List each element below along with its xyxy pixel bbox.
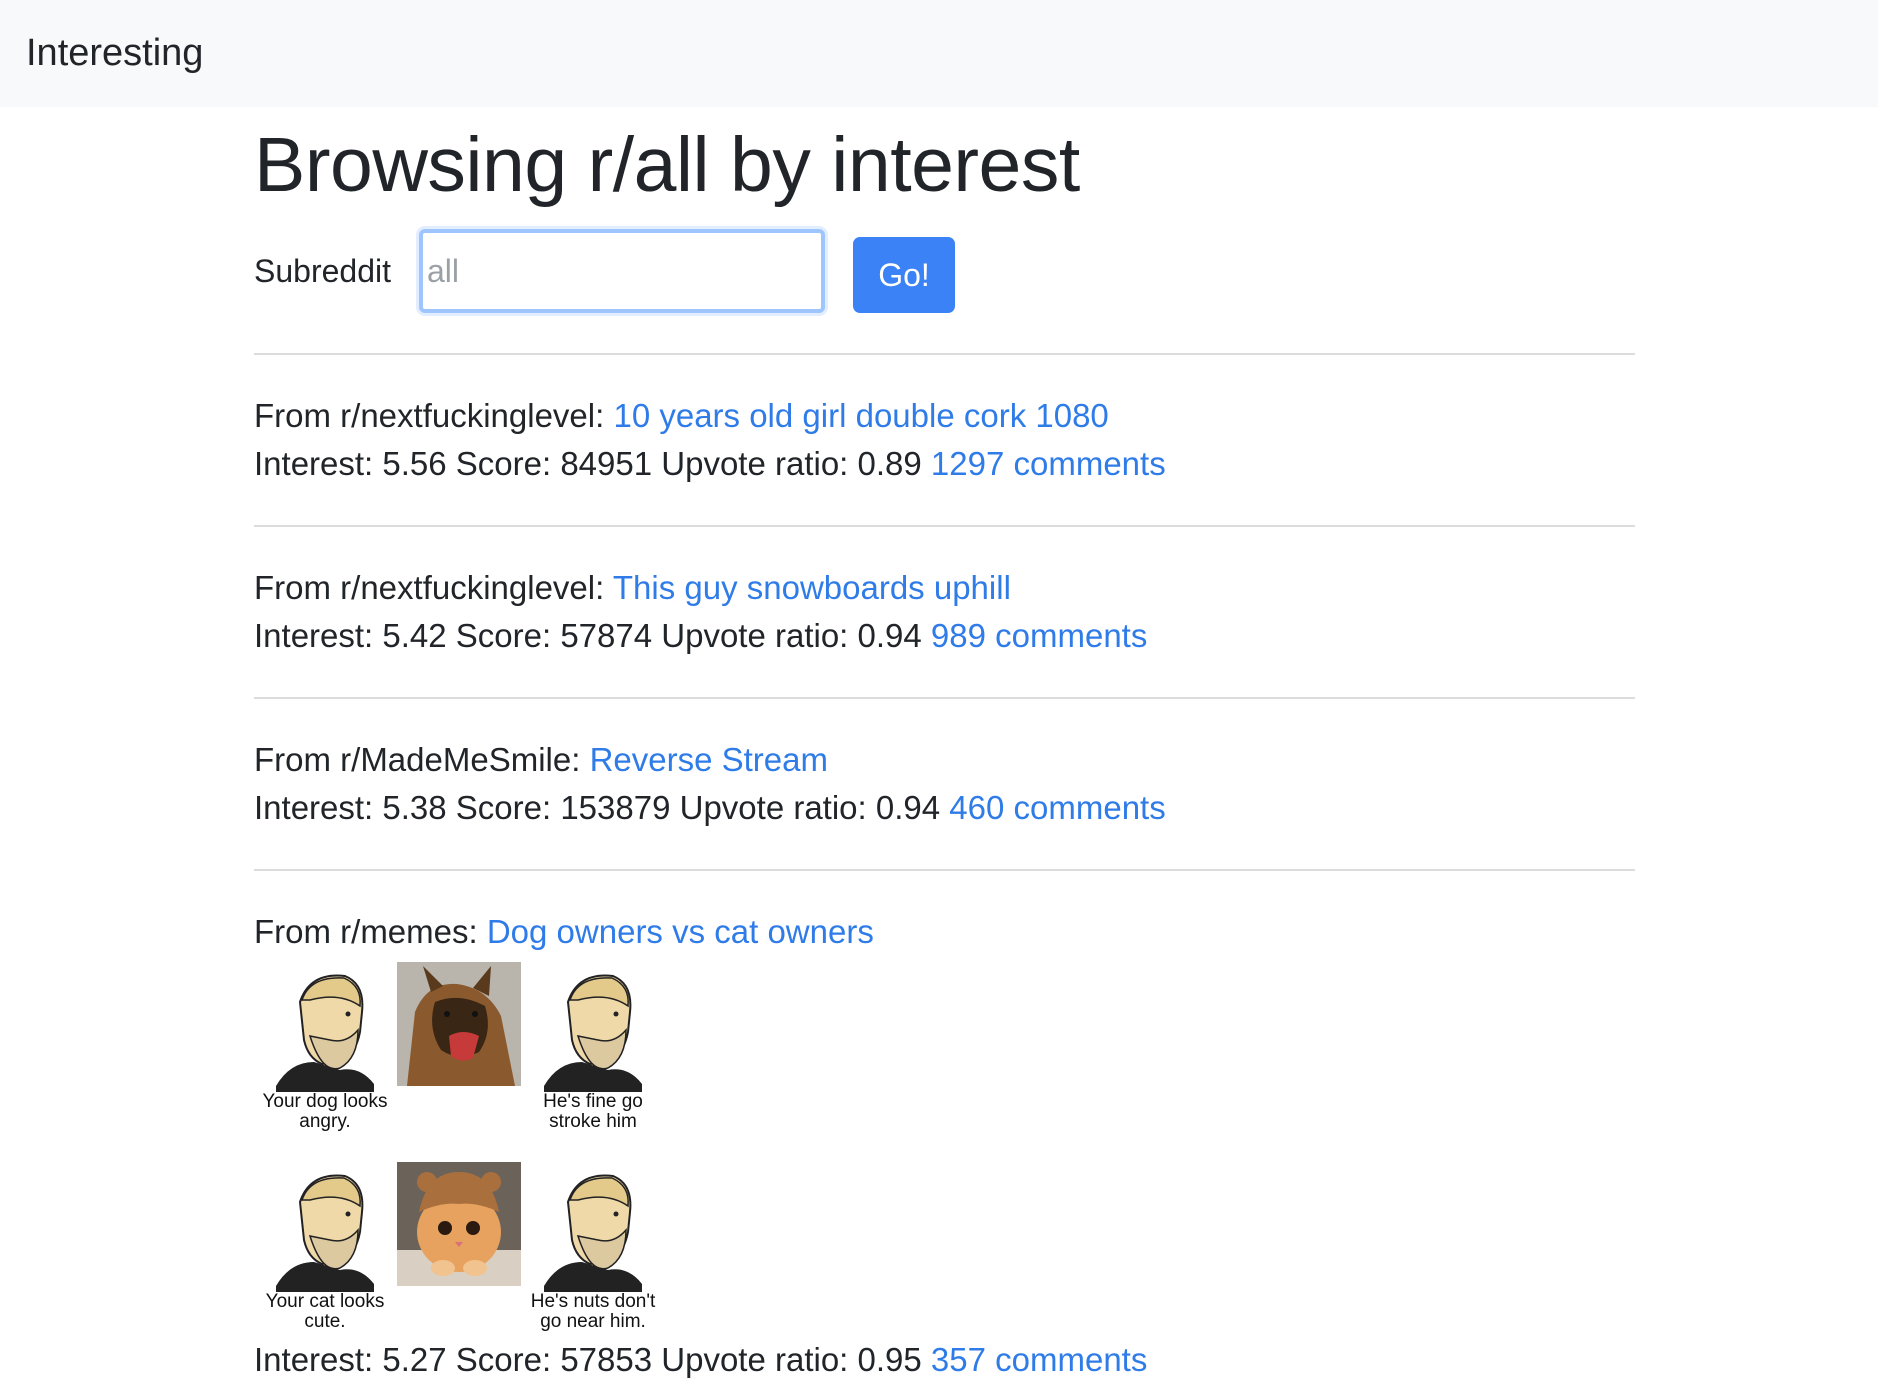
- post-comments-link[interactable]: 357 comments: [931, 1341, 1147, 1378]
- meme-panel: Your cat looks cute.: [258, 1162, 392, 1332]
- page-title: Browsing r/all by interest: [254, 122, 1080, 208]
- meme-panel: He's fine go stroke him: [526, 962, 660, 1132]
- meme-caption: Your cat looks cute.: [265, 1291, 385, 1332]
- post-source: From r/MadeMeSmile:: [254, 741, 590, 778]
- post-stats: Interest: 5.42 Score: 57874 Upvote ratio…: [254, 617, 931, 654]
- dog-photo-icon: [397, 962, 521, 1086]
- post-item: From r/nextfuckinglevel: 10 years old gi…: [254, 355, 1635, 525]
- subreddit-label: Subreddit: [254, 252, 391, 289]
- post-stats-line: Interest: 5.42 Score: 57874 Upvote ratio…: [254, 612, 1635, 660]
- post-source: From r/nextfuckinglevel:: [254, 397, 614, 434]
- post-source-line: From r/nextfuckinglevel: This guy snowbo…: [254, 564, 1635, 612]
- subreddit-form: Subreddit Go!: [254, 221, 1635, 321]
- post-comments-link[interactable]: 989 comments: [931, 617, 1147, 654]
- post-stats-line: Interest: 5.56 Score: 84951 Upvote ratio…: [254, 440, 1635, 488]
- meme-caption: He's nuts don't go near him.: [530, 1291, 656, 1332]
- meme-panel: He's nuts don't go near him.: [526, 1162, 660, 1332]
- meme-panel: [394, 1162, 524, 1332]
- post-comments-link[interactable]: 460 comments: [949, 789, 1165, 826]
- subreddit-input[interactable]: [418, 229, 825, 313]
- chad-face-icon: [276, 1174, 374, 1292]
- post-stats-line: Interest: 5.27 Score: 57853 Upvote ratio…: [254, 1336, 1635, 1384]
- post-title-link[interactable]: Dog owners vs cat owners: [487, 913, 874, 950]
- meme-caption: Your dog looks angry.: [262, 1091, 388, 1132]
- go-button[interactable]: Go!: [852, 237, 955, 313]
- cat-photo-icon: [397, 1162, 521, 1286]
- meme-caption: He's fine go stroke him: [543, 1091, 643, 1132]
- meme-panel: [394, 962, 524, 1132]
- meme-panel: Your dog looks angry.: [258, 962, 392, 1132]
- post-source: From r/nextfuckinglevel:: [254, 569, 613, 606]
- post-stats: Interest: 5.27 Score: 57853 Upvote ratio…: [254, 1341, 931, 1378]
- post-source-line: From r/MadeMeSmile: Reverse Stream: [254, 736, 1635, 784]
- main-container: Browsing r/all by interest Subreddit Go!…: [254, 107, 1635, 1384]
- post-source-line: From r/nextfuckinglevel: 10 years old gi…: [254, 392, 1635, 440]
- post-image[interactable]: Your dog looks angry. He's fine go strok…: [258, 962, 1635, 1332]
- navbar: Interesting: [0, 0, 1878, 107]
- chad-face-icon: [544, 974, 642, 1092]
- post-stats: Interest: 5.38 Score: 153879 Upvote rati…: [254, 789, 950, 826]
- navbar-brand[interactable]: Interesting: [26, 32, 203, 75]
- chad-face-icon: [276, 974, 374, 1092]
- post-comments-link[interactable]: 1297 comments: [931, 445, 1166, 482]
- post-source: From r/memes:: [254, 913, 487, 950]
- post-item: From r/memes: Dog owners vs cat owners Y…: [254, 871, 1635, 1384]
- chad-face-icon: [544, 1174, 642, 1292]
- post-item: From r/nextfuckinglevel: This guy snowbo…: [254, 527, 1635, 697]
- post-title-link[interactable]: Reverse Stream: [590, 741, 828, 778]
- post-stats-line: Interest: 5.38 Score: 153879 Upvote rati…: [254, 784, 1635, 832]
- post-source-line: From r/memes: Dog owners vs cat owners: [254, 908, 1635, 956]
- post-item: From r/MadeMeSmile: Reverse Stream Inter…: [254, 699, 1635, 869]
- post-stats: Interest: 5.56 Score: 84951 Upvote ratio…: [254, 445, 931, 482]
- post-title-link[interactable]: 10 years old girl double cork 1080: [613, 397, 1108, 434]
- post-title-link[interactable]: This guy snowboards uphill: [613, 569, 1011, 606]
